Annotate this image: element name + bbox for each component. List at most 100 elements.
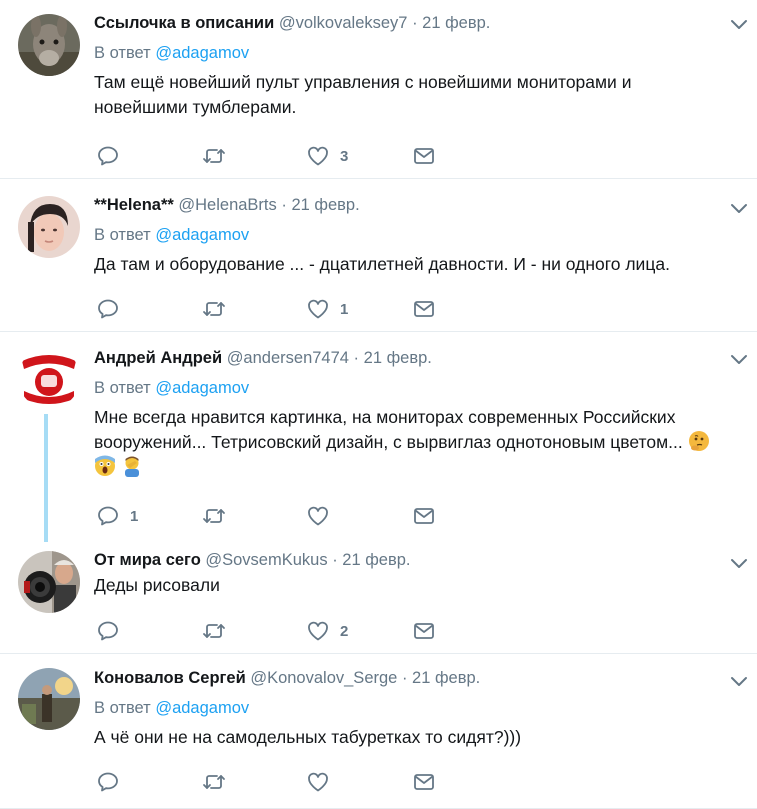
retweet-icon [203, 624, 225, 638]
reply-prefix: В ответ [94, 226, 151, 244]
envelope-icon [414, 623, 434, 639]
tweet[interactable]: От мира сего @SovsemKukus · 21 февр. Дед… [0, 542, 757, 654]
tweet-header: Андрей Андрей @andersen7474 · 21 февр. [94, 347, 717, 369]
envelope-icon [414, 301, 434, 317]
heart-icon [308, 772, 328, 792]
avatar[interactable] [18, 551, 80, 613]
retweet-button[interactable] [202, 503, 236, 529]
author-name[interactable]: Коновалов Сергей [94, 669, 246, 687]
reply-icon [98, 621, 118, 641]
reply-button[interactable]: 1 [96, 503, 138, 529]
chevron-down-icon[interactable] [729, 671, 749, 691]
reply-mention-link[interactable]: @adagamov [155, 379, 249, 397]
tweet-actions [96, 769, 456, 795]
screaming-face-emoji [95, 455, 115, 476]
chevron-down-icon[interactable] [729, 198, 749, 218]
retweet-icon [203, 775, 225, 789]
tweet-feed: Ссылочка в описании @volkovaleksey7 · 21… [0, 0, 757, 809]
tweet[interactable]: Коновалов Сергей @Konovalov_Serge · 21 ф… [0, 654, 757, 809]
author-name[interactable]: От мира сего [94, 551, 201, 569]
reply-context: В ответ @adagamov [94, 224, 717, 246]
tweet[interactable]: Андрей Андрей @andersen7474 · 21 февр. В… [0, 332, 757, 542]
retweet-button[interactable] [202, 296, 236, 322]
reply-count: 1 [130, 507, 139, 525]
timestamp[interactable]: 21 февр. [364, 349, 432, 367]
retweet-icon [203, 302, 225, 316]
retweet-icon [203, 149, 225, 163]
heart-icon [308, 146, 328, 166]
timestamp[interactable]: 21 февр. [412, 669, 480, 687]
separator: · [281, 196, 287, 214]
separator: · [401, 669, 408, 687]
like-button[interactable] [306, 769, 340, 795]
timestamp[interactable]: 21 февр. [422, 14, 490, 32]
tweet-text: Деды рисовали [94, 575, 220, 595]
direct-message-button[interactable] [412, 503, 436, 529]
direct-message-button[interactable] [412, 296, 436, 322]
donkey-photo-avatar [18, 14, 80, 76]
direct-message-button[interactable] [412, 769, 436, 795]
chevron-down-icon[interactable] [729, 553, 749, 573]
reply-mention-link[interactable]: @adagamov [155, 226, 249, 244]
reply-icon [98, 146, 118, 166]
reply-button[interactable] [96, 296, 130, 322]
envelope-icon [414, 508, 434, 524]
reply-button[interactable] [96, 618, 130, 644]
direct-message-button[interactable] [412, 618, 436, 644]
like-button[interactable]: 2 [306, 618, 348, 644]
reply-mention-link[interactable]: @adagamov [155, 44, 249, 62]
like-button[interactable] [306, 503, 340, 529]
author-handle[interactable]: @volkovaleksey7 [279, 14, 408, 32]
like-count: 1 [340, 300, 349, 318]
thinking-face-emoji [688, 431, 709, 451]
author-name[interactable]: Ссылочка в описании [94, 14, 274, 32]
separator: · [412, 14, 418, 32]
envelope-icon [414, 774, 434, 790]
tweet-text: Там ещё новейший пульт управления с нове… [94, 72, 632, 117]
man-facepalming-emoji [124, 456, 139, 477]
chevron-down-icon[interactable] [729, 14, 749, 34]
tweet-actions: 3 [96, 143, 456, 169]
author-name[interactable]: **Helena** [94, 196, 174, 214]
avatar[interactable] [18, 347, 80, 409]
reply-prefix: В ответ [94, 379, 151, 397]
tweet-text: А чё они не на самодельных табуретках то… [94, 727, 522, 747]
tweet[interactable]: **Helena** @HelenaBrts · 21 февр. В отве… [0, 179, 757, 332]
author-handle[interactable]: @andersen7474 [227, 349, 349, 367]
tweet-actions: 1 [96, 296, 456, 322]
reply-mention-link[interactable]: @adagamov [155, 699, 249, 717]
like-count: 3 [340, 147, 349, 165]
author-handle[interactable]: @SovsemKukus [205, 551, 327, 569]
woman-photo-avatar [18, 196, 80, 258]
retweet-icon [203, 509, 225, 523]
avatar[interactable] [18, 14, 80, 76]
reply-button[interactable] [96, 769, 130, 795]
separator: · [332, 551, 338, 569]
tweet-actions: 1 [96, 503, 456, 529]
retweet-button[interactable] [202, 618, 236, 644]
tweet[interactable]: Ссылочка в описании @volkovaleksey7 · 21… [0, 0, 757, 179]
tweet-header: От мира сего @SovsemKukus · 21 февр. [94, 549, 717, 571]
timestamp[interactable]: 21 февр. [291, 196, 359, 214]
tweet-header: Ссылочка в описании @volkovaleksey7 · 21… [94, 12, 717, 34]
chevron-down-icon[interactable] [729, 349, 749, 369]
author-handle[interactable]: @Konovalov_Serge [250, 669, 397, 687]
reply-context: В ответ @adagamov [94, 377, 717, 399]
direct-message-button[interactable] [412, 143, 436, 169]
like-button[interactable]: 1 [306, 296, 348, 322]
avatar[interactable] [18, 668, 80, 730]
author-name[interactable]: Андрей Андрей [94, 349, 222, 367]
reply-context: В ответ @adagamov [94, 42, 717, 64]
thread-connector-line [44, 414, 48, 542]
reply-icon [98, 299, 118, 319]
reply-button[interactable] [96, 143, 130, 169]
author-handle[interactable]: @HelenaBrts [178, 196, 276, 214]
retweet-button[interactable] [202, 143, 236, 169]
reply-prefix: В ответ [94, 699, 151, 717]
reply-icon [98, 506, 118, 526]
timestamp[interactable]: 21 февр. [342, 551, 410, 569]
like-button[interactable]: 3 [306, 143, 348, 169]
reply-context: В ответ @adagamov [94, 697, 717, 719]
avatar[interactable] [18, 196, 80, 258]
retweet-button[interactable] [202, 769, 236, 795]
